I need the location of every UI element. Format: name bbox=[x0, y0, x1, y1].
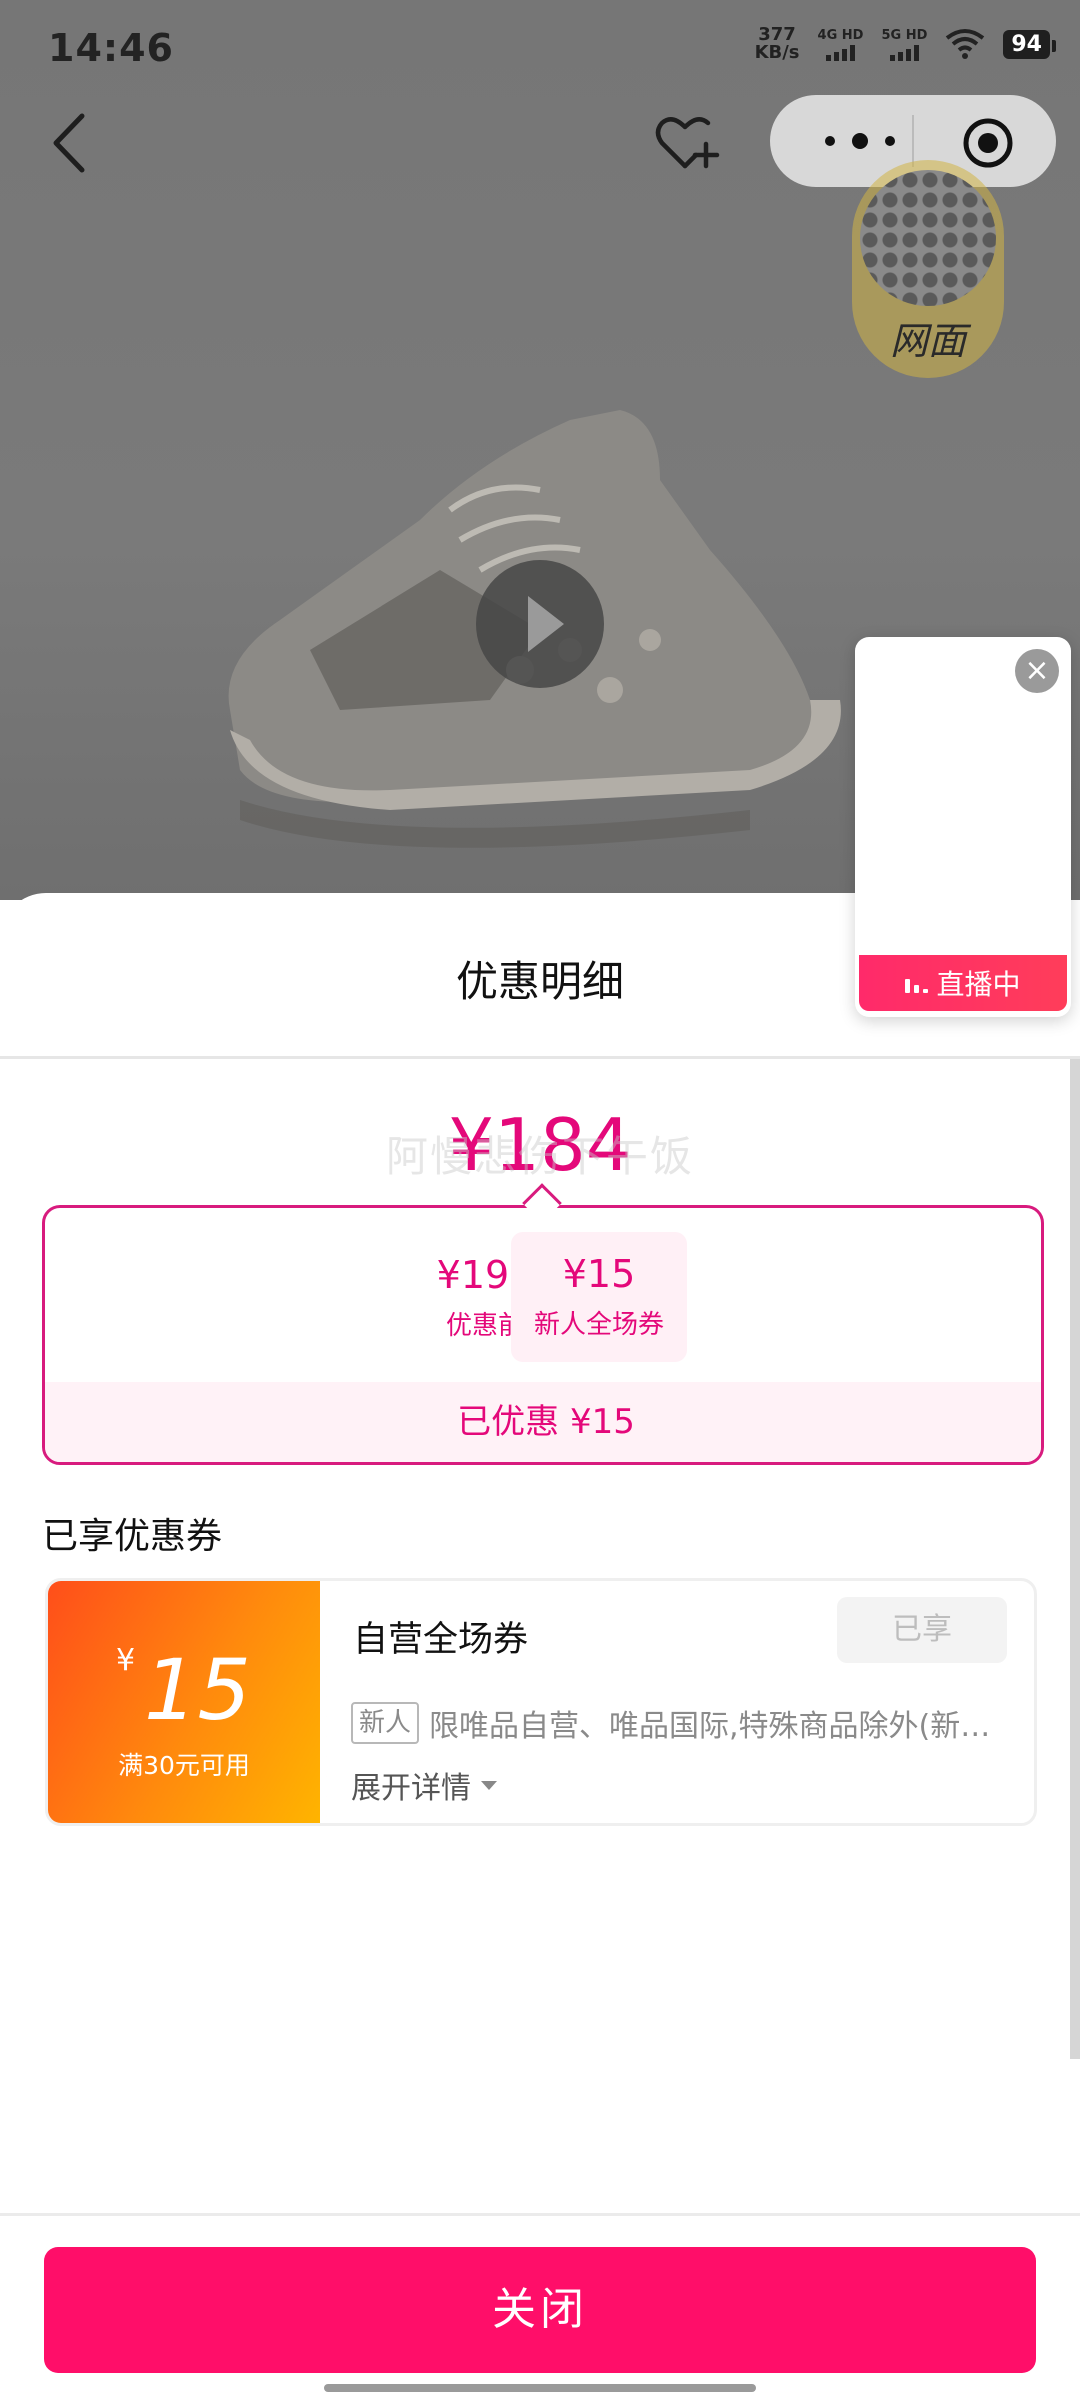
new-user-tag: 新人 bbox=[351, 1702, 420, 1744]
signal-icon: 4G HD bbox=[818, 28, 863, 61]
wifi-icon bbox=[946, 29, 985, 59]
coupon-amount-panel: ¥ 15 满30元可用 bbox=[48, 1581, 320, 1823]
discount-detail-sheet: 优惠明细 ¥184 阿慢悲伤下午饭 ¥199 优惠前 - ¥15 新人全场券 已… bbox=[0, 893, 1080, 2400]
coupon-status-button: 已享 bbox=[837, 1597, 1007, 1663]
coupon-description: 新人 限唯品自营、唯品国际,特殊商品除外(新… bbox=[351, 1701, 1011, 1745]
saved-amount: 已优惠 ¥15 bbox=[45, 1382, 1041, 1462]
more-icon[interactable] bbox=[810, 119, 910, 163]
battery-icon: 94 bbox=[1003, 29, 1056, 59]
live-stream-widget[interactable]: × 直播中 bbox=[855, 637, 1071, 1017]
coupon-condition: 满30元可用 bbox=[118, 1751, 250, 1780]
perforation bbox=[312, 1581, 328, 1823]
mesh-texture-icon bbox=[860, 170, 996, 306]
coupon-name: 自营全场券 bbox=[353, 1620, 529, 1660]
divider bbox=[0, 1056, 1080, 1059]
divider bbox=[0, 2213, 1080, 2216]
status-bar: 14:46 377 KB/s 4G HD 5G HD 94 bbox=[0, 0, 1080, 100]
material-badge: 网面 bbox=[852, 160, 1004, 378]
coupon-card: ¥ 15 满30元可用 自营全场券 已享 新人 限唯品自营、唯品国际,特殊商品除… bbox=[45, 1578, 1037, 1826]
home-indicator[interactable] bbox=[324, 2384, 756, 2392]
live-bars-icon bbox=[905, 973, 929, 993]
status-time: 14:46 bbox=[48, 26, 174, 70]
signal-icon: 5G HD bbox=[881, 28, 927, 61]
play-icon bbox=[528, 596, 564, 652]
price-breakdown: ¥199 优惠前 - ¥15 新人全场券 已优惠 ¥15 bbox=[42, 1205, 1044, 1465]
play-video-button[interactable] bbox=[476, 560, 604, 688]
network-speed: 377 KB/s bbox=[754, 24, 800, 63]
scrollbar[interactable] bbox=[1070, 1059, 1080, 2059]
coupon-amount: 15 bbox=[144, 1641, 251, 1739]
add-favorite-icon[interactable] bbox=[652, 110, 722, 174]
expand-details-link[interactable]: 展开详情 bbox=[351, 1763, 497, 1807]
capsule-divider bbox=[912, 115, 914, 167]
status-icons: 377 KB/s 4G HD 5G HD 94 bbox=[754, 24, 1056, 63]
close-button[interactable]: 关闭 bbox=[44, 2247, 1036, 2373]
back-icon[interactable] bbox=[42, 108, 102, 178]
close-miniprogram-icon[interactable] bbox=[960, 115, 1016, 171]
watermark: 阿慢悲伤下午饭 bbox=[385, 1132, 694, 1181]
applied-coupon-chip: ¥15 新人全场券 bbox=[511, 1232, 687, 1362]
close-icon[interactable]: × bbox=[1015, 649, 1059, 693]
coupons-section-title: 已享优惠券 bbox=[42, 1516, 223, 1557]
chevron-down-icon bbox=[481, 1780, 497, 1790]
live-badge[interactable]: 直播中 bbox=[859, 955, 1067, 1011]
